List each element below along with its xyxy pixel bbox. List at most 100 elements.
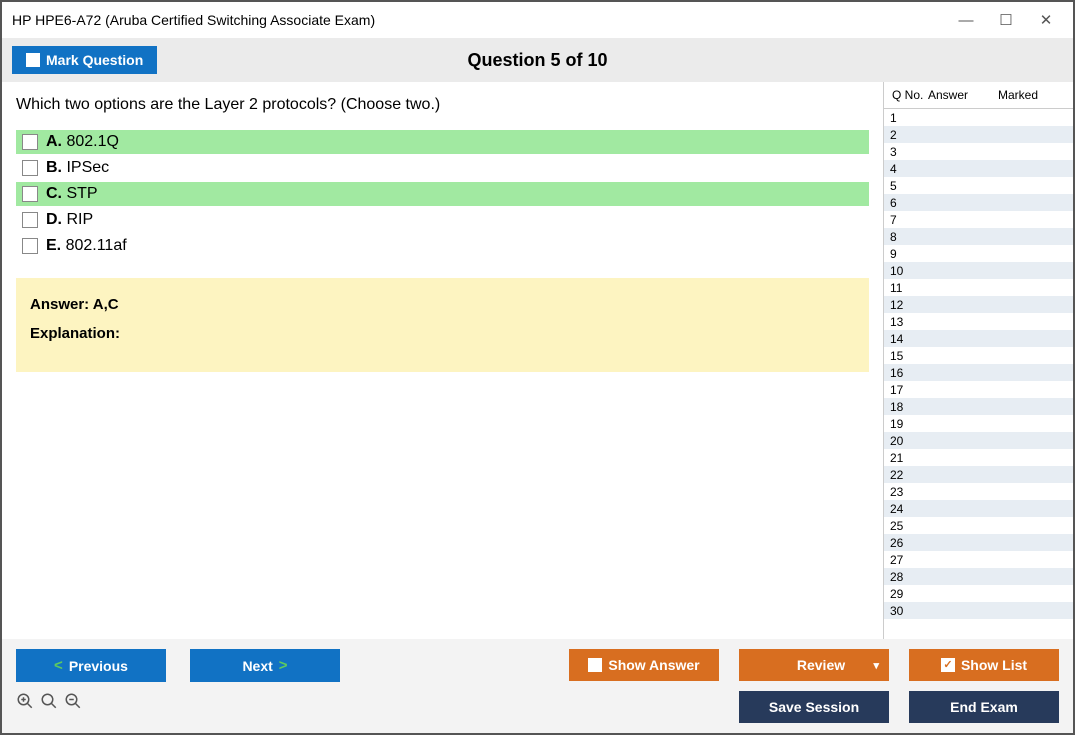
row-qno: 17 [884, 383, 924, 397]
end-exam-button[interactable]: End Exam [909, 691, 1059, 723]
question-row[interactable]: 27 [884, 551, 1073, 568]
close-button[interactable]: ✕ [1029, 8, 1063, 32]
question-row[interactable]: 5 [884, 177, 1073, 194]
question-row[interactable]: 21 [884, 449, 1073, 466]
row-qno: 7 [884, 213, 924, 227]
title-bar: HP HPE6-A72 (Aruba Certified Switching A… [2, 2, 1073, 38]
checkbox-icon [22, 238, 38, 254]
checkbox-icon [588, 658, 602, 672]
question-row[interactable]: 16 [884, 364, 1073, 381]
save-session-button[interactable]: Save Session [739, 691, 889, 723]
question-list-panel: Q No. Answer Marked 12345678910111213141… [883, 82, 1073, 639]
checkbox-icon [22, 212, 38, 228]
row-qno: 5 [884, 179, 924, 193]
question-area: Which two options are the Layer 2 protoc… [2, 82, 883, 639]
question-row[interactable]: 9 [884, 245, 1073, 262]
zoom-out-icon[interactable] [64, 692, 82, 710]
end-exam-label: End Exam [950, 699, 1018, 715]
row-qno: 13 [884, 315, 924, 329]
question-row[interactable]: 2 [884, 126, 1073, 143]
question-row[interactable]: 26 [884, 534, 1073, 551]
row-qno: 24 [884, 502, 924, 516]
row-qno: 28 [884, 570, 924, 584]
question-row[interactable]: 25 [884, 517, 1073, 534]
next-button[interactable]: Next > [190, 649, 340, 682]
option-label: D. RIP [46, 211, 93, 229]
question-text: Which two options are the Layer 2 protoc… [16, 96, 869, 114]
question-row[interactable]: 12 [884, 296, 1073, 313]
review-button[interactable]: Review ▾ [739, 649, 889, 681]
question-row[interactable]: 15 [884, 347, 1073, 364]
question-row[interactable]: 14 [884, 330, 1073, 347]
next-label: Next [242, 658, 272, 674]
previous-button[interactable]: < Previous [16, 649, 166, 682]
row-qno: 11 [884, 281, 924, 295]
question-row[interactable]: 24 [884, 500, 1073, 517]
row-qno: 4 [884, 162, 924, 176]
question-row[interactable]: 13 [884, 313, 1073, 330]
row-qno: 15 [884, 349, 924, 363]
answer-box: Answer: A,C Explanation: [16, 278, 869, 372]
row-qno: 2 [884, 128, 924, 142]
show-answer-button[interactable]: Show Answer [569, 649, 719, 681]
question-row[interactable]: 8 [884, 228, 1073, 245]
question-row[interactable]: 1 [884, 109, 1073, 126]
option-a[interactable]: A. 802.1Q [16, 130, 869, 154]
option-label: B. IPSec [46, 159, 109, 177]
mark-question-button[interactable]: Mark Question [12, 46, 157, 74]
previous-label: Previous [69, 658, 128, 674]
row-qno: 22 [884, 468, 924, 482]
chevron-down-icon: ▾ [873, 659, 879, 672]
option-d[interactable]: D. RIP [16, 208, 869, 232]
row-qno: 12 [884, 298, 924, 312]
option-label: C. STP [46, 185, 98, 203]
row-qno: 30 [884, 604, 924, 618]
row-qno: 25 [884, 519, 924, 533]
show-list-label: Show List [961, 657, 1027, 673]
show-list-button[interactable]: ✓ Show List [909, 649, 1059, 681]
row-qno: 1 [884, 111, 924, 125]
minimize-button[interactable]: — [949, 8, 983, 32]
question-row[interactable]: 22 [884, 466, 1073, 483]
question-row[interactable]: 29 [884, 585, 1073, 602]
review-label: Review [797, 657, 845, 673]
row-qno: 9 [884, 247, 924, 261]
question-row[interactable]: 3 [884, 143, 1073, 160]
question-row[interactable]: 20 [884, 432, 1073, 449]
option-b[interactable]: B. IPSec [16, 156, 869, 180]
header-answer: Answer [928, 88, 998, 102]
question-row[interactable]: 19 [884, 415, 1073, 432]
row-qno: 8 [884, 230, 924, 244]
row-qno: 21 [884, 451, 924, 465]
checkbox-icon [22, 134, 38, 150]
zoom-in-icon[interactable] [16, 692, 34, 710]
row-qno: 10 [884, 264, 924, 278]
question-row[interactable]: 23 [884, 483, 1073, 500]
question-row[interactable]: 30 [884, 602, 1073, 619]
footer: < Previous Next > Show Answer [2, 639, 1073, 733]
question-row[interactable]: 28 [884, 568, 1073, 585]
question-row[interactable]: 17 [884, 381, 1073, 398]
checkbox-icon [22, 160, 38, 176]
question-counter: Question 5 of 10 [2, 50, 1073, 71]
question-row[interactable]: 6 [884, 194, 1073, 211]
question-row[interactable]: 11 [884, 279, 1073, 296]
zoom-controls [16, 692, 340, 710]
row-qno: 27 [884, 553, 924, 567]
checkbox-checked-icon: ✓ [941, 658, 955, 672]
question-list-body[interactable]: 1234567891011121314151617181920212223242… [884, 109, 1073, 639]
question-row[interactable]: 10 [884, 262, 1073, 279]
maximize-button[interactable]: ☐ [989, 8, 1023, 32]
row-qno: 18 [884, 400, 924, 414]
row-qno: 14 [884, 332, 924, 346]
show-answer-label: Show Answer [608, 657, 699, 673]
option-label: E. 802.11af [46, 237, 127, 255]
option-e[interactable]: E. 802.11af [16, 234, 869, 258]
question-row[interactable]: 4 [884, 160, 1073, 177]
question-row[interactable]: 7 [884, 211, 1073, 228]
chevron-left-icon: < [54, 657, 63, 674]
header-marked: Marked [998, 88, 1069, 102]
zoom-reset-icon[interactable] [40, 692, 58, 710]
option-c[interactable]: C. STP [16, 182, 869, 206]
question-row[interactable]: 18 [884, 398, 1073, 415]
